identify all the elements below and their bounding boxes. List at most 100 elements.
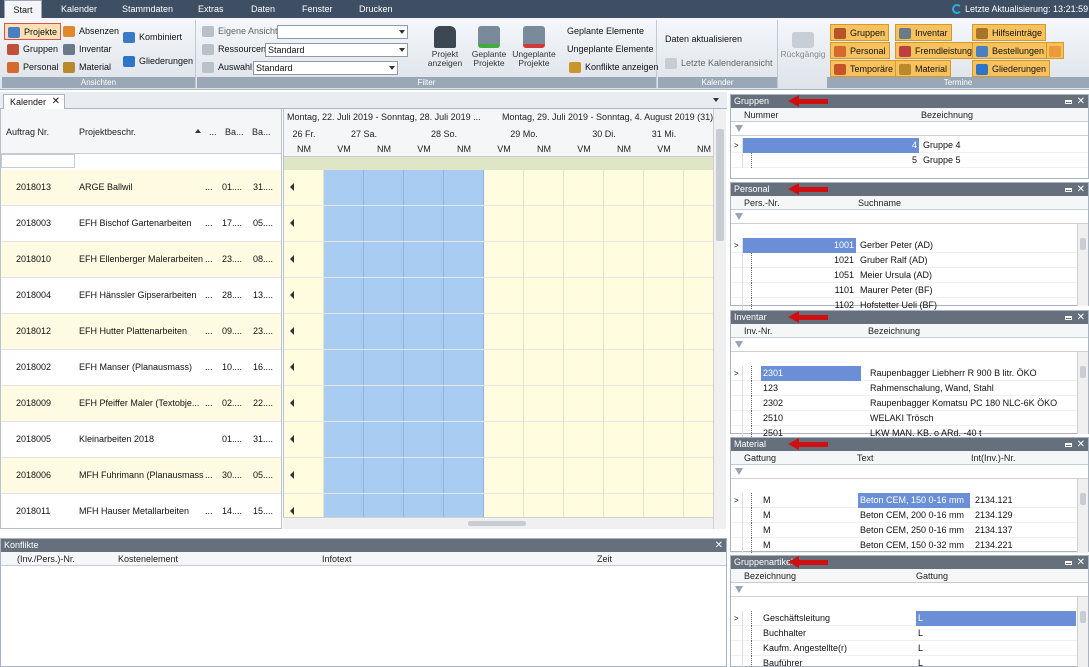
column-auftrag-nr[interactable]: Auftrag Nr. bbox=[6, 127, 49, 137]
kalender-document-tab[interactable]: Kalender ✕ bbox=[3, 94, 65, 109]
inventar-column[interactable]: Inv.-Nr. bbox=[744, 326, 772, 336]
table-row[interactable]: 2018004 EFH Hänssler Gipserarbeiten... 28.… bbox=[1, 278, 281, 314]
ungeplante-projekte-button[interactable]: Ungeplante Projekte bbox=[511, 26, 557, 68]
timeline-row[interactable] bbox=[284, 278, 713, 314]
list-item[interactable]: Bauführer L bbox=[731, 656, 1088, 667]
table-row[interactable]: 2018003 EFH Bischof Gartenarbeiten... 17..… bbox=[1, 206, 281, 242]
row-selector[interactable] bbox=[731, 268, 743, 283]
timeline-row[interactable] bbox=[284, 350, 713, 386]
timeline-row[interactable] bbox=[284, 242, 713, 278]
list-item[interactable]: 1051 Meier Ursula (AD) bbox=[731, 268, 1088, 283]
scroll-left-icon[interactable] bbox=[290, 507, 294, 515]
table-row[interactable]: 2018012 EFH Hutter Plattenarbeiten... 09..… bbox=[1, 314, 281, 350]
scrollbar-thumb[interactable] bbox=[1080, 366, 1086, 378]
timeline-horizontal-scrollbar[interactable] bbox=[283, 517, 713, 529]
material-column[interactable]: Text bbox=[857, 453, 874, 463]
gliederungen-view-button[interactable]: Gliederungen bbox=[120, 53, 196, 70]
column-projektbeschr[interactable]: Projektbeschr. bbox=[79, 127, 136, 137]
list-item[interactable]: M Beton CEM, 250 0-16 mm 2134.137 bbox=[731, 523, 1088, 538]
material-view-button[interactable]: Material bbox=[60, 59, 114, 76]
scroll-left-icon[interactable] bbox=[290, 399, 294, 407]
chevron-down-icon[interactable] bbox=[713, 98, 719, 102]
gruppenartikel-scrollbar[interactable] bbox=[1077, 597, 1088, 667]
row-selector[interactable] bbox=[731, 153, 743, 168]
gruppen-column[interactable]: Nummer bbox=[744, 110, 779, 120]
gruppen-column[interactable]: Bezeichnung bbox=[921, 110, 973, 120]
letzte-kalenderansicht-button[interactable]: Letzte Kalenderansicht bbox=[662, 55, 776, 72]
row-selector[interactable]: > bbox=[731, 238, 743, 253]
scroll-left-icon[interactable] bbox=[290, 471, 294, 479]
termine-inventar-button[interactable]: Inventar bbox=[895, 24, 952, 41]
maximize-icon[interactable] bbox=[1065, 100, 1072, 104]
row-selector[interactable] bbox=[731, 381, 743, 396]
list-item[interactable]: 2510 WELAKI Trösch bbox=[731, 411, 1088, 426]
scrollbar-thumb[interactable] bbox=[716, 129, 724, 241]
row-selector[interactable]: > bbox=[731, 138, 743, 153]
material-column[interactable]: Int(Inv.)-Nr. bbox=[971, 453, 1015, 463]
list-item[interactable]: Kaufm. Angestellte(r) L bbox=[731, 641, 1088, 656]
timeline-row[interactable] bbox=[284, 206, 713, 242]
list-item[interactable]: > Geschäftsleitung L bbox=[731, 611, 1088, 626]
list-item[interactable]: >2301 Raupenbagger Liebherr R 900 B litr.… bbox=[731, 366, 1088, 381]
column-ba-2[interactable]: Ba... bbox=[252, 127, 271, 137]
row-selector[interactable] bbox=[731, 641, 743, 656]
inventar-view-button[interactable]: Inventar bbox=[60, 41, 115, 58]
tab-fenster[interactable]: Fenster bbox=[302, 0, 333, 18]
row-selector[interactable] bbox=[731, 656, 743, 667]
close-icon[interactable]: ✕ bbox=[1077, 556, 1085, 569]
table-row[interactable]: 2018002 EFH Manser (Planausmass)... 10....… bbox=[1, 350, 281, 386]
absenzen-button[interactable]: Absenzen bbox=[60, 23, 122, 40]
table-row[interactable]: 2018009 EFH Pfeiffer Maler (Textobje.....… bbox=[1, 386, 281, 422]
maximize-icon[interactable] bbox=[1065, 316, 1072, 320]
table-row[interactable]: 2018011 MFH Hauser Metallarbeiten... 14...… bbox=[1, 494, 281, 528]
projekt-anzeigen-button[interactable]: Projekt anzeigen bbox=[423, 26, 467, 68]
scrollbar-thumb[interactable] bbox=[1080, 493, 1086, 505]
close-icon[interactable]: ✕ bbox=[1077, 311, 1085, 324]
row-selector[interactable] bbox=[731, 626, 743, 641]
scroll-left-icon[interactable] bbox=[290, 327, 294, 335]
scroll-left-icon[interactable] bbox=[290, 219, 294, 227]
list-item[interactable]: M Beton CEM, 200 0-16 mm 2134.129 bbox=[731, 508, 1088, 523]
column-inv-pers-nr[interactable]: (Inv./Pers.)-Nr. bbox=[17, 554, 75, 564]
material-filter-row[interactable] bbox=[731, 465, 1088, 479]
projekte-button[interactable]: Projekte bbox=[4, 23, 62, 40]
gruppenartikel-filter-row[interactable] bbox=[731, 583, 1088, 597]
personal-filter-row[interactable] bbox=[731, 210, 1088, 224]
rueckgaengig-button[interactable]: Rückgängig bbox=[778, 32, 828, 59]
konflikte-anzeigen-button[interactable]: Konflikte anzeigen bbox=[566, 59, 662, 76]
kombiniert-button[interactable]: Kombiniert bbox=[120, 29, 185, 46]
inventar-scrollbar[interactable] bbox=[1077, 352, 1088, 434]
list-item[interactable]: 5 Gruppe 5 bbox=[731, 153, 1088, 168]
termine-gruppen-button[interactable]: Gruppen bbox=[830, 24, 890, 41]
tab-start[interactable]: Start bbox=[4, 0, 42, 18]
auswahl-select[interactable]: Standard bbox=[253, 61, 398, 75]
row-selector[interactable]: > bbox=[731, 611, 743, 626]
scrollbar-thumb[interactable] bbox=[468, 521, 526, 526]
row-selector[interactable] bbox=[731, 283, 743, 298]
row-selector[interactable] bbox=[731, 508, 743, 523]
row-selector[interactable] bbox=[731, 411, 743, 426]
table-row[interactable]: 2018013 ARGE Ballwil... 01.... 31.... bbox=[1, 170, 281, 206]
gruppenartikel-column[interactable]: Bezeichnung bbox=[744, 571, 796, 581]
list-item[interactable]: Buchhalter L bbox=[731, 626, 1088, 641]
scroll-left-icon[interactable] bbox=[290, 183, 294, 191]
scrollbar-thumb[interactable] bbox=[1080, 238, 1086, 250]
geplante-elemente-button[interactable]: Geplante Elemente bbox=[553, 23, 647, 40]
auftrag-filter-input[interactable] bbox=[1, 154, 75, 168]
row-selector[interactable] bbox=[731, 523, 743, 538]
table-row[interactable]: 2018010 EFH Ellenberger Malerarbeiten... 2… bbox=[1, 242, 281, 278]
scroll-left-icon[interactable] bbox=[290, 291, 294, 299]
row-selector[interactable] bbox=[731, 538, 743, 553]
maximize-icon[interactable] bbox=[1065, 561, 1072, 565]
extra-termine-button[interactable] bbox=[1046, 42, 1064, 59]
scrollbar-thumb[interactable] bbox=[1080, 611, 1086, 623]
list-item[interactable]: >4 Gruppe 4 bbox=[731, 138, 1088, 153]
scroll-left-icon[interactable] bbox=[290, 255, 294, 263]
list-item[interactable]: 123 Rahmenschalung, Wand, Stahl bbox=[731, 381, 1088, 396]
column-infotext[interactable]: Infotext bbox=[322, 554, 352, 564]
close-icon[interactable]: ✕ bbox=[1077, 95, 1085, 108]
timeline-vertical-scrollbar[interactable] bbox=[713, 109, 726, 529]
tab-stammdaten[interactable]: Stammdaten bbox=[122, 0, 173, 18]
personal-column[interactable]: Suchname bbox=[858, 198, 901, 208]
personal-column[interactable]: Pers.-Nr. bbox=[744, 198, 780, 208]
